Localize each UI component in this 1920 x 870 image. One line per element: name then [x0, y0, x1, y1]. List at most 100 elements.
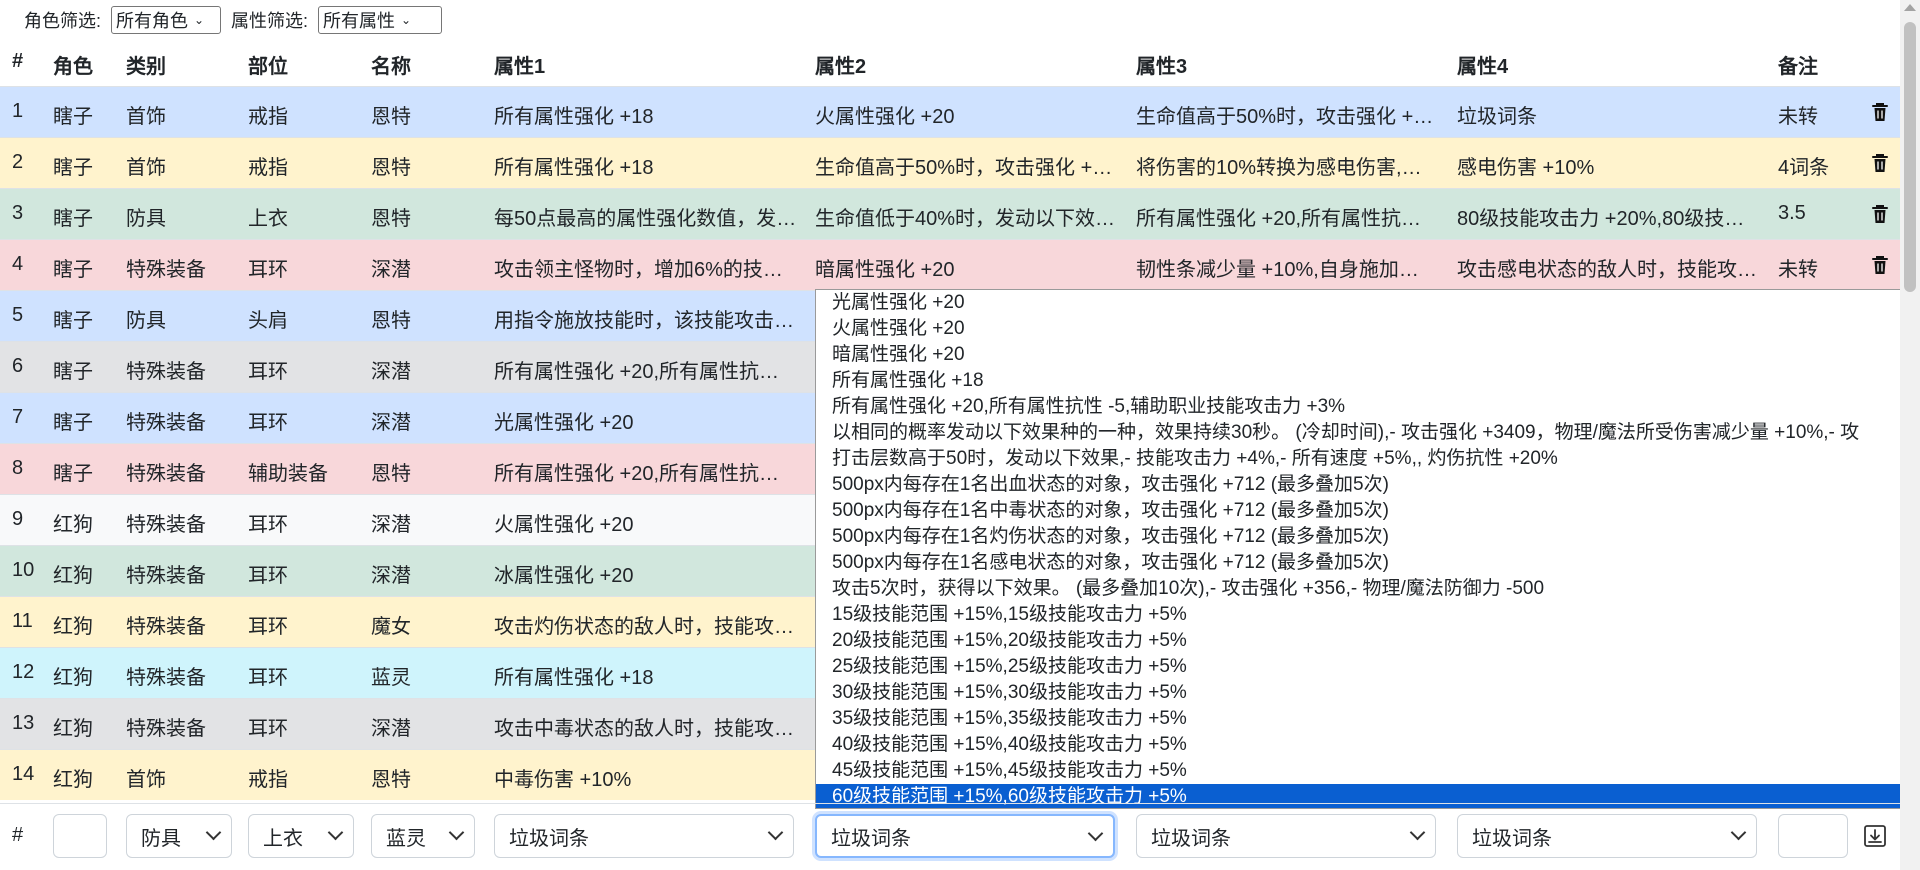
- row-part: 戒指: [248, 769, 288, 791]
- row-name: 恩特: [371, 310, 411, 332]
- scroll-up-arrow-icon[interactable]: [1904, 4, 1916, 11]
- dropdown-option[interactable]: 500px内每存在1名灼伤状态的对象，攻击强化 +712 (最多叠加5次): [816, 524, 1919, 550]
- row-part: 耳环: [248, 616, 288, 638]
- row-attr1: 攻击领主怪物时，增加6%的技…: [494, 259, 783, 281]
- row-attr1: 用指令施放技能时，该技能攻击…: [494, 310, 794, 332]
- row-name: 蓝灵: [371, 667, 411, 689]
- dropdown-option[interactable]: 500px内每存在1名感电状态的对象，攻击强化 +712 (最多叠加5次): [816, 550, 1919, 576]
- row-category: 特殊装备: [126, 463, 206, 485]
- row-name: 魔女: [371, 616, 411, 638]
- attr2-dropdown-list[interactable]: 光属性强化 +20 火属性强化 +20 暗属性强化 +20 所有属性强化 +18 所有属…: [815, 289, 1920, 809]
- chevron-down-icon: [767, 824, 784, 841]
- attr-filter-label: 属性筛选:: [231, 11, 309, 31]
- dropdown-option[interactable]: 暗属性强化 +20: [816, 342, 1919, 368]
- row-index: 2: [12, 151, 24, 173]
- name-select-value: 蓝灵: [386, 827, 426, 850]
- chevron-down-icon: [327, 824, 344, 841]
- row-category: 特殊装备: [126, 718, 206, 740]
- name-select[interactable]: 蓝灵: [371, 814, 475, 858]
- row-note: 3.5: [1778, 202, 1806, 224]
- chevron-down-icon: [448, 824, 465, 841]
- header-category: 类别: [126, 56, 166, 78]
- attr3-select[interactable]: 垃圾词条: [1136, 814, 1436, 858]
- row-name: 深潜: [371, 259, 411, 281]
- row-role: 瞎子: [53, 310, 93, 332]
- table-row: 3 瞎子 防具 上衣 恩特 每50点最高的属性强化数值，发… 生命值低于40%时，发动以下效…: [0, 188, 1900, 239]
- header-attr4: 属性4: [1457, 56, 1509, 78]
- row-note: 未转: [1778, 106, 1818, 128]
- dropdown-option[interactable]: 打击层数高于50时，发动以下效果,- 技能攻击力 +4%,- 所有速度 +5%,…: [816, 446, 1919, 472]
- category-select[interactable]: 防具: [126, 814, 232, 858]
- scrollbar-thumb[interactable]: [1904, 22, 1916, 292]
- row-index: 3: [12, 202, 24, 224]
- attr-filter-select[interactable]: 所有属性 ⌄: [318, 6, 443, 34]
- row-attr1: 冰属性强化 +20: [494, 565, 634, 587]
- part-select[interactable]: 上衣: [248, 814, 354, 858]
- row-role: 红狗: [53, 616, 93, 638]
- dropdown-option[interactable]: 光属性强化 +20: [816, 290, 1919, 316]
- dropdown-option[interactable]: 35级技能范围 +15%,35级技能攻击力 +5%: [816, 706, 1919, 732]
- header-note: 备注: [1778, 56, 1818, 78]
- dropdown-option[interactable]: 500px内每存在1名中毒状态的对象，攻击强化 +712 (最多叠加5次): [816, 498, 1919, 524]
- dropdown-option[interactable]: 25级技能范围 +15%,25级技能攻击力 +5%: [816, 654, 1919, 680]
- row-category: 特殊装备: [126, 514, 206, 536]
- row-category: 首饰: [126, 106, 166, 128]
- attr2-select[interactable]: 垃圾词条: [815, 814, 1115, 858]
- row-part: 耳环: [248, 514, 288, 536]
- row-name: 深潜: [371, 718, 411, 740]
- dropdown-option[interactable]: 500px内每存在1名出血状态的对象，攻击强化 +712 (最多叠加5次): [816, 472, 1919, 498]
- dropdown-option[interactable]: 火属性强化 +20: [816, 316, 1919, 342]
- dropdown-option[interactable]: 30级技能范围 +15%,30级技能攻击力 +5%: [816, 680, 1919, 706]
- row-category: 防具: [126, 208, 166, 230]
- dropdown-option[interactable]: 15级技能范围 +15%,15级技能攻击力 +5%: [816, 602, 1919, 628]
- row-name: 深潜: [371, 412, 411, 434]
- attr-filter-value: 所有属性: [323, 11, 396, 31]
- trash-icon[interactable]: [1870, 101, 1890, 123]
- dropdown-option[interactable]: 攻击5次时，获得以下效果。 (最多叠加10次),- 攻击强化 +356,- 物理…: [816, 576, 1919, 602]
- part-select-value: 上衣: [263, 827, 303, 850]
- trash-icon[interactable]: [1870, 254, 1890, 276]
- dropdown-option[interactable]: 45级技能范围 +15%,45级技能攻击力 +5%: [816, 758, 1919, 784]
- chevron-down-icon: [205, 824, 222, 841]
- page-scrollbar[interactable]: [1900, 0, 1920, 870]
- row-category: 特殊装备: [126, 259, 206, 281]
- row-role: 瞎子: [53, 157, 93, 179]
- dropdown-option[interactable]: 40级技能范围 +15%,40级技能攻击力 +5%: [816, 732, 1919, 758]
- role-filter-select[interactable]: 所有角色 ⌄: [111, 6, 222, 34]
- attr2-select-value: 垃圾词条: [831, 827, 911, 850]
- filter-bar: 角色筛选: 所有角色 ⌄ 属性筛选: 所有属性 ⌄: [0, 0, 1900, 40]
- trash-icon[interactable]: [1870, 203, 1890, 225]
- row-part: 耳环: [248, 259, 288, 281]
- header-attr1: 属性1: [494, 56, 546, 78]
- row-index: 4: [12, 253, 24, 275]
- add-row-hash: #: [12, 824, 24, 846]
- dropdown-option[interactable]: 所有属性强化 +20,所有属性抗性 -5,辅助职业技能攻击力 +3%: [816, 394, 1919, 420]
- attr4-select[interactable]: 垃圾词条: [1457, 814, 1757, 858]
- role-input[interactable]: [53, 814, 107, 858]
- row-index: 9: [12, 508, 24, 530]
- note-input[interactable]: [1778, 814, 1848, 858]
- row-index: 13: [12, 712, 35, 734]
- row-role: 瞎子: [53, 412, 93, 434]
- attr1-select[interactable]: 垃圾词条: [494, 814, 794, 858]
- row-name: 深潜: [371, 565, 411, 587]
- header-part: 部位: [248, 56, 288, 78]
- row-name: 恩特: [371, 208, 411, 230]
- trash-icon[interactable]: [1870, 152, 1890, 174]
- table-header: # 角色 类别 部位 名称 属性1 属性2 属性3 属性4 备注: [0, 40, 1900, 84]
- row-part: 耳环: [248, 718, 288, 740]
- table-row: 4 瞎子 特殊装备 耳环 深潜 攻击领主怪物时，增加6%的技… 暗属性强化 +20 韧性条减少…: [0, 239, 1900, 290]
- role-filter-value: 所有角色: [116, 11, 189, 31]
- row-category: 特殊装备: [126, 667, 206, 689]
- dropdown-option[interactable]: 20级技能范围 +15%,20级技能攻击力 +5%: [816, 628, 1919, 654]
- chevron-down-icon: ⌄: [194, 13, 205, 27]
- chevron-down-icon: [1409, 824, 1426, 841]
- chevron-down-icon: ⌄: [401, 13, 412, 27]
- save-icon[interactable]: [1863, 824, 1887, 848]
- row-part: 戒指: [248, 157, 288, 179]
- dropdown-option[interactable]: 所有属性强化 +18: [816, 368, 1919, 394]
- dropdown-option[interactable]: 以相同的概率发动以下效果种的一种，效果持续30秒。 (冷却时间),- 攻击强化 …: [816, 420, 1919, 446]
- row-index: 1: [12, 100, 24, 122]
- row-index: 14: [12, 763, 35, 785]
- row-name: 深潜: [371, 514, 411, 536]
